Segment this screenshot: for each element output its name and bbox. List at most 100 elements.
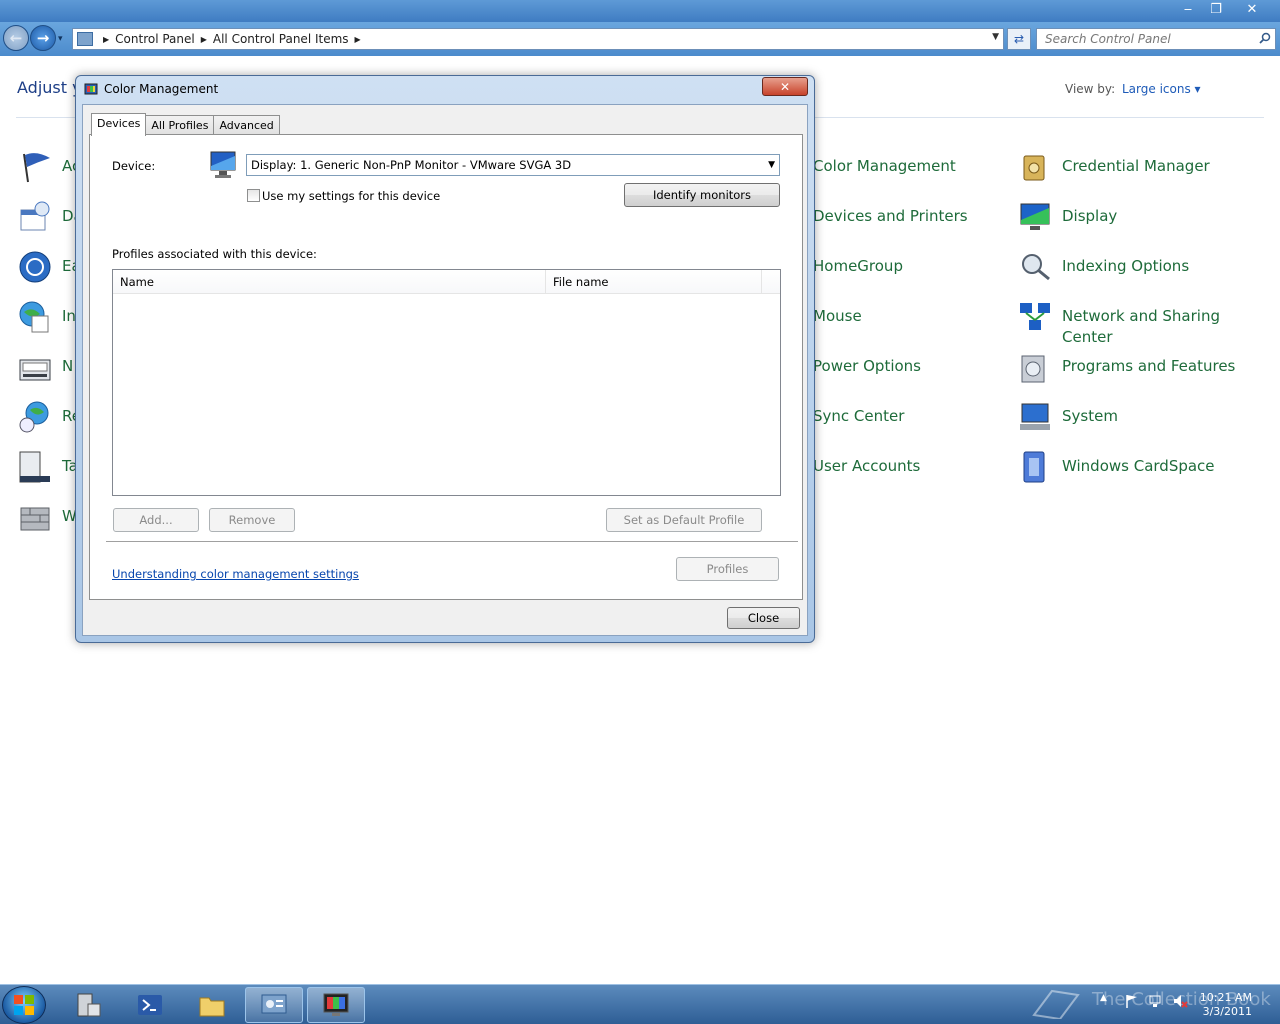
cp-item-color-management[interactable]: Color Management bbox=[803, 150, 988, 177]
breadcrumb-separator-icon[interactable]: ▶ bbox=[103, 35, 109, 44]
cp-label[interactable]: Mouse bbox=[813, 306, 988, 327]
window-close-button[interactable]: ✕ bbox=[1230, 0, 1274, 18]
cp-label[interactable]: Sync Center bbox=[813, 406, 988, 427]
cp-item-user-accounts[interactable]: User Accounts bbox=[803, 450, 988, 477]
refresh-button[interactable]: ⇄ bbox=[1007, 28, 1031, 50]
cp-item-indexing-options[interactable]: Indexing Options bbox=[1018, 250, 1237, 284]
tab-all-profiles[interactable]: All Profiles bbox=[145, 115, 215, 135]
cp-item-network-sharing[interactable]: Network and Sharing Center bbox=[1018, 300, 1237, 348]
breadcrumb-separator-icon[interactable]: ▶ bbox=[355, 35, 361, 44]
cp-label[interactable]: Windows CardSpace bbox=[1062, 456, 1237, 477]
profiles-button[interactable]: Profiles bbox=[676, 557, 779, 581]
breadcrumb-separator-icon[interactable]: ▶ bbox=[201, 35, 207, 44]
date-time-icon bbox=[20, 201, 50, 231]
cp-label[interactable]: Credential Manager bbox=[1062, 156, 1237, 177]
address-dropdown-icon[interactable]: ▼ bbox=[992, 32, 999, 42]
network-sharing-icon bbox=[1020, 303, 1050, 330]
powershell-icon bbox=[138, 995, 162, 1015]
devices-tab-panel: Device: Display: 1. Generic Non-PnP Moni… bbox=[89, 134, 803, 600]
cp-item-cardspace[interactable]: Windows CardSpace bbox=[1018, 450, 1237, 484]
view-by-dropdown[interactable]: Large icons ▾ bbox=[1122, 82, 1201, 96]
clock[interactable]: 10:21 AM 3/3/2011 bbox=[1196, 991, 1252, 1019]
address-bar[interactable]: ▶ Control Panel ▶ All Control Panel Item… bbox=[72, 28, 1004, 50]
add-button[interactable]: Add... bbox=[113, 508, 199, 532]
indexing-options-icon bbox=[1022, 254, 1050, 281]
taskbar-color-management[interactable] bbox=[307, 987, 365, 1023]
cp-item-devices-printers[interactable]: Devices and Printers bbox=[803, 200, 988, 227]
system-tray: ▲ bbox=[1100, 993, 1188, 1009]
forward-button[interactable]: → bbox=[30, 25, 56, 51]
search-input[interactable]: Search Control Panel bbox=[1036, 28, 1276, 50]
window-titlebar: ‒ ❐ ✕ bbox=[0, 0, 1280, 22]
cp-item-programs-features[interactable]: Programs and Features bbox=[1018, 350, 1237, 384]
cp-item-power-options[interactable]: Power Options bbox=[803, 350, 988, 377]
identify-monitors-button[interactable]: Identify monitors bbox=[624, 183, 780, 207]
monitor-icon bbox=[210, 151, 236, 178]
search-icon[interactable] bbox=[1259, 32, 1271, 44]
show-hidden-icons-icon[interactable]: ▲ bbox=[1100, 993, 1116, 1009]
cp-item-credential-manager[interactable]: Credential Manager bbox=[1018, 150, 1237, 184]
region-language-icon bbox=[19, 401, 49, 433]
action-center-flag-icon bbox=[23, 153, 50, 183]
breadcrumb-control-panel[interactable]: Control Panel bbox=[115, 32, 195, 46]
dialog-title: Color Management bbox=[104, 82, 219, 96]
cp-item-display[interactable]: Display bbox=[1018, 200, 1237, 234]
taskbar-server-manager[interactable] bbox=[60, 987, 118, 1023]
cp-label[interactable]: User Accounts bbox=[813, 456, 988, 477]
minimize-button[interactable]: ‒ bbox=[1174, 0, 1202, 18]
tab-advanced[interactable]: Advanced bbox=[213, 115, 280, 135]
cp-item-homegroup[interactable]: HomeGroup bbox=[803, 250, 988, 277]
column-header-name[interactable]: Name bbox=[113, 270, 546, 294]
network-icon[interactable] bbox=[1148, 993, 1164, 1009]
taskbar-control-panel[interactable] bbox=[245, 987, 303, 1023]
breadcrumb-all-items[interactable]: All Control Panel Items bbox=[213, 32, 349, 46]
internet-options-icon bbox=[19, 301, 49, 333]
taskbar-explorer[interactable] bbox=[183, 987, 241, 1023]
device-select[interactable]: Display: 1. Generic Non-PnP Monitor - VM… bbox=[246, 154, 780, 176]
server-manager-icon bbox=[77, 993, 101, 1017]
cp-label[interactable]: Devices and Printers bbox=[813, 206, 988, 227]
cp-item-system[interactable]: System bbox=[1018, 400, 1237, 434]
search-placeholder: Search Control Panel bbox=[1045, 32, 1171, 46]
taskbar-powershell[interactable] bbox=[121, 987, 179, 1023]
chevron-down-icon[interactable]: ▼ bbox=[768, 155, 775, 175]
cp-label[interactable]: HomeGroup bbox=[813, 256, 988, 277]
caption-buttons: ‒ ❐ ✕ bbox=[1174, 0, 1274, 18]
cp-item-mouse[interactable]: Mouse bbox=[803, 300, 988, 327]
device-select-value: Display: 1. Generic Non-PnP Monitor - VM… bbox=[251, 158, 572, 172]
cp-label[interactable]: Power Options bbox=[813, 356, 988, 377]
cp-label[interactable]: Programs and Features bbox=[1062, 356, 1237, 377]
back-button[interactable]: ← bbox=[3, 25, 29, 51]
divider bbox=[106, 541, 798, 542]
profiles-list-header: Name File name bbox=[113, 270, 780, 294]
help-link[interactable]: Understanding color management settings bbox=[112, 567, 359, 581]
folder-icon bbox=[199, 997, 225, 1017]
recent-pages-dropdown[interactable]: ▾ bbox=[58, 34, 63, 44]
cp-label[interactable]: Indexing Options bbox=[1062, 256, 1237, 277]
taskbar: The Collection Book ▲ 10:21 AM 3/3/2011 bbox=[0, 984, 1280, 1024]
profiles-list[interactable]: Name File name bbox=[112, 269, 781, 496]
start-button[interactable] bbox=[2, 986, 46, 1024]
tab-devices[interactable]: Devices bbox=[91, 113, 147, 136]
control-panel-icon bbox=[77, 32, 93, 46]
cp-label[interactable]: System bbox=[1062, 406, 1237, 427]
volume-muted-icon[interactable] bbox=[1172, 993, 1188, 1009]
cp-label[interactable]: Network and Sharing Center bbox=[1062, 306, 1237, 348]
dialog-close-icon[interactable]: ✕ bbox=[762, 77, 808, 96]
use-my-settings-checkbox[interactable] bbox=[247, 189, 260, 202]
set-default-profile-button[interactable]: Set as Default Profile bbox=[606, 508, 762, 532]
cp-label[interactable]: Color Management bbox=[813, 156, 988, 177]
remove-button[interactable]: Remove bbox=[209, 508, 295, 532]
cp-label[interactable]: Display bbox=[1062, 206, 1237, 227]
column-header-file-name[interactable]: File name bbox=[546, 270, 762, 294]
windows-firewall-icon bbox=[20, 507, 50, 531]
maximize-button[interactable]: ❐ bbox=[1202, 0, 1230, 18]
cp-item-sync-center[interactable]: Sync Center bbox=[803, 400, 988, 427]
navigation-bar: ← → ▾ ▶ Control Panel ▶ All Control Pane… bbox=[0, 22, 1280, 56]
profiles-label: Profiles associated with this device: bbox=[112, 247, 317, 261]
use-my-settings-label[interactable]: Use my settings for this device bbox=[262, 189, 440, 203]
action-center-flag-icon[interactable] bbox=[1124, 993, 1140, 1009]
system-icon bbox=[1020, 403, 1050, 430]
notification-area-icon bbox=[19, 359, 51, 381]
close-button[interactable]: Close bbox=[727, 607, 800, 629]
